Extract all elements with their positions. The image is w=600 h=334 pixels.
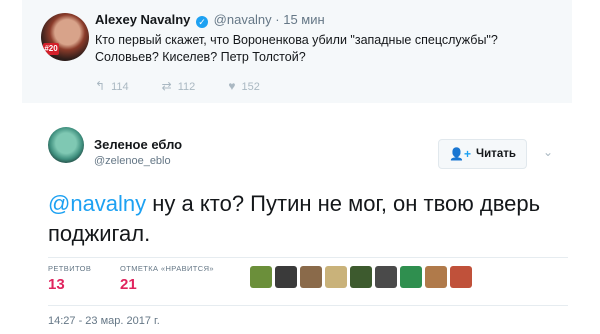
quoted-user-handle[interactable]: @navalny (214, 12, 272, 27)
liker-avatar[interactable] (325, 266, 347, 288)
liker-avatar[interactable] (450, 266, 472, 288)
retweet-action[interactable]: ⇄ 112 (162, 79, 196, 93)
timestamp[interactable]: 14:27 - 23 мар. 2017 г. (48, 315, 160, 327)
quoted-text: Кто первый скажет, что Вороненкова убили… (95, 33, 498, 64)
tweet-text: @navalny ну а кто? Путин не мог, он твою… (48, 189, 558, 249)
reply-action[interactable]: ↰ 114 (95, 79, 129, 93)
quoted-actions: ↰ 114 ⇄ 112 ♥ 152 (95, 79, 290, 93)
liker-avatar[interactable] (375, 266, 397, 288)
retweet-icon: ⇄ (161, 79, 172, 93)
like-count: 152 (241, 81, 260, 93)
quoted-avatar-badge: #20 (43, 43, 59, 55)
liker-avatars (250, 266, 472, 288)
likes-value: 21 (120, 276, 137, 293)
liker-avatar[interactable] (425, 266, 447, 288)
liker-avatar[interactable] (250, 266, 272, 288)
retweets-stat[interactable]: РЕТВИТОВ 13 (48, 264, 91, 293)
follow-person-icon: 👤+ (449, 147, 472, 161)
quoted-tweet[interactable]: #20 Alexey Navalny ✓ @navalny · 15 мин К… (22, 0, 572, 103)
retweet-count: 112 (177, 81, 196, 93)
chevron-down-icon[interactable]: ⌄ (543, 145, 553, 159)
user-name[interactable]: Зеленое ебло (94, 137, 182, 152)
quoted-header: Alexey Navalny ✓ @navalny · 15 мин (95, 12, 325, 28)
mention-link[interactable]: @navalny (48, 191, 146, 216)
verified-icon: ✓ (196, 16, 209, 28)
reply-count: 114 (111, 81, 129, 93)
follow-button[interactable]: 👤+ Читать (438, 139, 527, 169)
divider (48, 257, 568, 258)
divider (48, 305, 568, 306)
quoted-user-name[interactable]: Alexey Navalny (95, 12, 190, 27)
retweets-value: 13 (48, 276, 65, 293)
heart-icon: ♥ (228, 79, 236, 93)
likes-label: ОТМЕТКА «НРАВИТСЯ» (120, 264, 214, 273)
liker-avatar[interactable] (400, 266, 422, 288)
reply-icon: ↰ (95, 79, 106, 93)
user-handle[interactable]: @zelenoe_eblo (94, 155, 171, 167)
quoted-time[interactable]: · 15 мин (275, 12, 324, 27)
liker-avatar[interactable] (350, 266, 372, 288)
like-action[interactable]: ♥ 152 (228, 79, 259, 93)
liker-avatar[interactable] (275, 266, 297, 288)
quoted-avatar[interactable]: #20 (41, 13, 89, 61)
user-avatar[interactable] (48, 127, 84, 163)
follow-label: Читать (476, 148, 516, 160)
liker-avatar[interactable] (300, 266, 322, 288)
likes-stat[interactable]: ОТМЕТКА «НРАВИТСЯ» 21 (120, 264, 214, 293)
retweets-label: РЕТВИТОВ (48, 264, 92, 273)
